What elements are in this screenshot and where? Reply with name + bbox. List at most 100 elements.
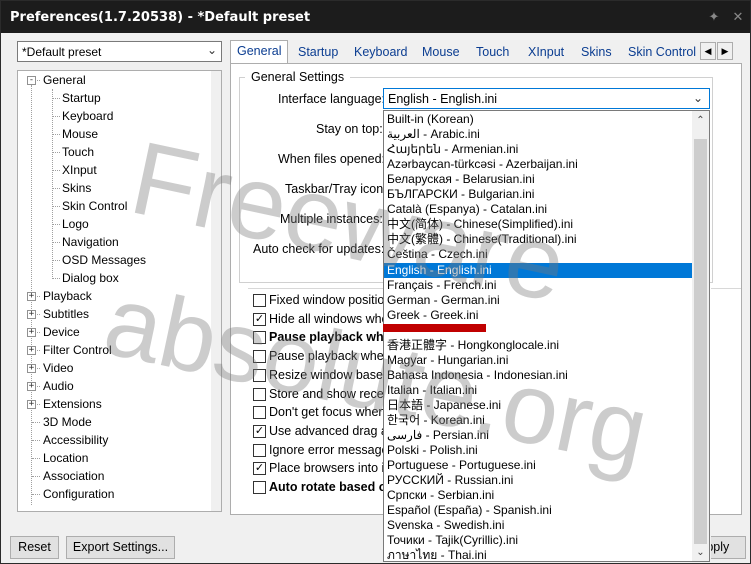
language-option[interactable]: Српски - Serbian.ini <box>384 488 692 503</box>
dropdown-scrollbar[interactable]: ⌃ ⌄ <box>692 111 709 561</box>
language-option[interactable]: Čeština - Czech.ini <box>384 247 692 262</box>
tree-item-startup[interactable]: Startup <box>62 89 101 107</box>
language-option[interactable]: 中文(简体) - Chinese(Simplified).ini <box>384 217 692 232</box>
export-settings-button[interactable]: Export Settings... <box>66 536 175 559</box>
language-option[interactable]: 日本語 - Japanese.ini <box>384 398 692 413</box>
scroll-down-icon[interactable]: ⌄ <box>692 545 709 561</box>
tree-item-general[interactable]: General <box>43 71 86 89</box>
tab-scroll-right-icon[interactable]: ▶ <box>717 42 733 60</box>
expand-icon[interactable]: + <box>27 400 36 409</box>
tab-skin-control[interactable]: Skin Control <box>622 42 702 64</box>
language-option[interactable]: 中文(繁體) - Chinese(Traditional).ini <box>384 232 692 247</box>
language-option[interactable]: БЪЛГАРСКИ - Bulgarian.ini <box>384 187 692 202</box>
checkbox-label: Fixed window position <box>269 293 392 307</box>
tree-item-xinput[interactable]: XInput <box>62 161 97 179</box>
expand-icon[interactable]: + <box>27 292 36 301</box>
checkbox-unchecked-icon[interactable] <box>253 387 266 401</box>
tab-startup[interactable]: Startup <box>292 42 344 64</box>
tree-item-filter-control[interactable]: Filter Control <box>43 341 112 359</box>
collapse-icon[interactable]: - <box>27 76 36 85</box>
checkbox-unchecked-icon[interactable] <box>253 294 266 307</box>
tree-item-touch[interactable]: Touch <box>62 143 94 161</box>
tree-item-association[interactable]: Association <box>43 467 104 485</box>
tree-item-video[interactable]: Video <box>43 359 73 377</box>
language-option[interactable]: Polski - Polish.ini <box>384 443 692 458</box>
tab-touch[interactable]: Touch <box>470 42 515 64</box>
language-option[interactable]: Magyar - Hungarian.ini <box>384 353 692 368</box>
checkbox-unchecked-icon[interactable] <box>253 368 266 382</box>
language-option[interactable]: Точики - Tajik(Cyrillic).ini <box>384 533 692 548</box>
language-option[interactable]: English - English.ini <box>384 262 692 278</box>
tree-item-3d-mode[interactable]: 3D Mode <box>43 413 92 431</box>
language-option[interactable]: 한국어 - Korean.ini <box>384 413 692 428</box>
tree-item-accessibility[interactable]: Accessibility <box>43 431 108 449</box>
language-option[interactable]: Built-in (Korean) <box>384 112 692 127</box>
language-option[interactable]: Azərbaycan-türkcəsi - Azerbaijan.ini <box>384 157 692 172</box>
checkbox-label: Resize window based <box>269 367 390 382</box>
checkbox-unchecked-icon[interactable] <box>253 350 266 364</box>
tree-item-keyboard[interactable]: Keyboard <box>62 107 113 125</box>
language-option[interactable]: Беларуская - Belarusian.ini <box>384 172 692 187</box>
language-option[interactable]: العربية - Arabic.ini <box>384 127 692 142</box>
checkbox-unchecked-icon[interactable] <box>253 443 266 457</box>
expand-icon[interactable]: + <box>27 364 36 373</box>
expand-icon[interactable]: + <box>27 346 36 355</box>
language-dropdown-list[interactable]: Built-in (Korean) العربية - Arabic.ini Հայ… <box>383 110 710 562</box>
interface-language-label: Interface language: <box>278 92 386 106</box>
tree-item-osd-messages[interactable]: OSD Messages <box>62 251 146 269</box>
scroll-thumb[interactable] <box>694 139 707 544</box>
language-option[interactable]: Portuguese - Portuguese.ini <box>384 458 692 473</box>
language-option[interactable]: Bahasa Indonesia - Indonesian.ini <box>384 368 692 383</box>
language-option[interactable]: Català (Espanya) - Catalan.ini <box>384 202 692 217</box>
tree-item-configuration[interactable]: Configuration <box>43 485 114 503</box>
tab-keyboard[interactable]: Keyboard <box>348 42 414 64</box>
language-option[interactable]: فارسی - Persian.ini <box>384 428 692 443</box>
tree-item-location[interactable]: Location <box>43 449 88 467</box>
tab-skins[interactable]: Skins <box>575 42 618 64</box>
language-option[interactable]: Italian - Italian.ini <box>384 383 692 398</box>
scroll-up-icon[interactable]: ⌃ <box>692 113 709 129</box>
language-option[interactable]: Հայերեն - Armenian.ini <box>384 142 692 157</box>
language-option[interactable]: ภาษาไทย - Thai.ini <box>384 548 692 561</box>
tree-connector <box>52 242 60 243</box>
tree-item-skins[interactable]: Skins <box>62 179 91 197</box>
tree-item-dialog-box[interactable]: Dialog box <box>62 269 119 287</box>
preset-select[interactable]: *Default preset ⌄ <box>17 41 222 62</box>
checkbox-unchecked-icon[interactable] <box>253 331 266 345</box>
language-option[interactable]: Français - French.ini <box>384 278 692 293</box>
tab-scroll-left-icon[interactable]: ◀ <box>700 42 716 60</box>
tree-item-mouse[interactable]: Mouse <box>62 125 98 143</box>
tab-xinput[interactable]: XInput <box>522 42 570 64</box>
tree-item-logo[interactable]: Logo <box>62 215 89 233</box>
checkbox-checked-icon[interactable]: ✓ <box>253 312 266 326</box>
tab-mouse[interactable]: Mouse <box>416 42 466 64</box>
divider <box>711 288 741 289</box>
tab-general[interactable]: General <box>230 40 289 65</box>
language-option[interactable]: Español (España) - Spanish.ini <box>384 503 692 518</box>
interface-language-select[interactable]: English - English.ini ⌄ <box>383 88 710 109</box>
tree-item-device[interactable]: Device <box>43 323 80 341</box>
language-option[interactable]: Greek - Greek.ini <box>384 308 692 323</box>
checkbox-unchecked-icon[interactable] <box>253 481 266 494</box>
language-option[interactable]: Svenska - Swedish.ini <box>384 518 692 533</box>
expand-icon[interactable]: + <box>27 310 36 319</box>
language-option[interactable]: РУССКИЙ - Russian.ini <box>384 473 692 488</box>
expand-icon[interactable]: + <box>27 328 36 337</box>
checkbox-checked-icon[interactable]: ✓ <box>253 424 266 438</box>
tree-item-navigation[interactable]: Navigation <box>62 233 119 251</box>
apply-button[interactable]: Apply <box>711 536 746 559</box>
tree-item-playback[interactable]: Playback <box>43 287 92 305</box>
checkbox-unchecked-icon[interactable] <box>253 406 266 420</box>
tree-item-subtitles[interactable]: Subtitles <box>43 305 89 323</box>
tree-item-extensions[interactable]: Extensions <box>43 395 102 413</box>
language-option[interactable]: 香港正體字 - Hongkonglocale.ini <box>384 338 692 353</box>
checkbox-checked-icon[interactable]: ✓ <box>253 462 266 476</box>
tree-item-skin-control[interactable]: Skin Control <box>62 197 127 215</box>
tree-item-audio[interactable]: Audio <box>43 377 74 395</box>
reset-button[interactable]: Reset <box>10 536 59 559</box>
close-icon[interactable]: ✕ <box>730 9 746 25</box>
expand-icon[interactable]: + <box>27 382 36 391</box>
language-option[interactable]: German - German.ini <box>384 293 692 308</box>
tree-scrollbar[interactable] <box>211 71 221 511</box>
pin-icon[interactable]: ✦ <box>706 9 722 25</box>
